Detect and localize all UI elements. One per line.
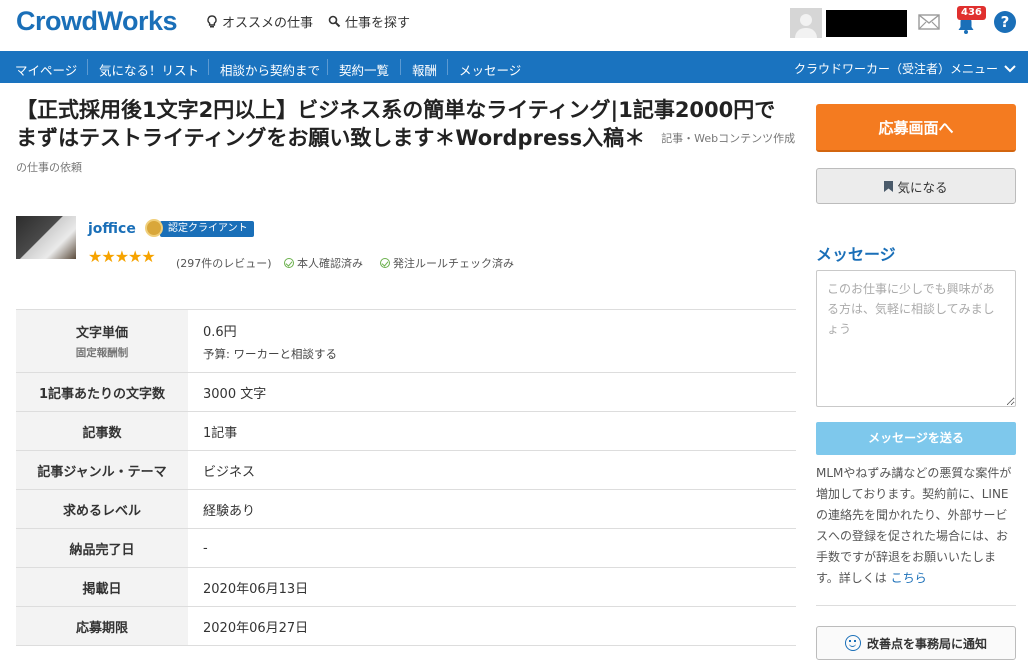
nav-divider [447,59,448,75]
report-label: 改善点を事務局に通知 [866,636,987,651]
order-rule-checked-label: 発注ルールチェック済み [393,257,514,270]
nav-item-mypage[interactable]: マイページ [15,60,77,79]
job-title-block: 【正式採用後1文字2円以上】ビジネス系の簡単なライティング|1記事2000円でま… [16,96,796,182]
search-icon [328,15,341,28]
main-nav-bar: マイページ 気になる！リスト 相談から契約まで 契約一覧 報酬 メッセージ クラ… [0,51,1028,83]
row-label: 1記事あたりの文字数 [16,373,188,411]
chevron-down-icon [1004,64,1016,72]
certified-client-badge: 認定クライアント [160,221,254,237]
message-heading: メッセージ [816,245,896,264]
row-value: - [203,540,208,556]
row-value: ビジネス [203,464,256,480]
order-rule-checked: 発注ルールチェック済み [380,255,514,271]
smiley-icon [844,635,861,651]
row-subvalue: 予算: ワーカーと相談する [203,346,338,361]
crowdworks-logo[interactable]: CrowdWorks [16,6,178,37]
nav-divider [87,59,88,75]
table-row: 1記事あたりの文字数 3000 文字 [16,373,796,412]
row-label: 掲載日 [16,568,188,606]
row-label: 応募期限 [16,607,188,645]
nav-item-contracts[interactable]: 契約一覧 [339,60,389,79]
row-value: 0.6円 予算: ワーカーと相談する [188,310,796,372]
table-row: 記事ジャンル・テーマ ビジネス [16,451,796,490]
client-name-link[interactable]: joffice [88,221,136,237]
favorite-button[interactable]: 気になる [816,168,1016,204]
table-row: 文字単価 固定報酬制 0.6円 予算: ワーカーと相談する [16,310,796,373]
row-label: 記事数 [16,412,188,450]
find-jobs-label: 仕事を探す [345,16,411,31]
bookmark-icon [884,180,894,192]
warning-body: MLMやねずみ講などの悪質な案件が増加しております。契約前に、LINEの連絡先を… [816,466,1012,585]
mail-icon[interactable] [918,13,940,31]
row-label: 記事ジャンル・テーマ [16,451,188,489]
help-icon[interactable]: ? [994,11,1016,33]
favorite-label: 気になる [897,179,948,195]
rating-stars: ★★★★★ [88,247,156,266]
row-label: 文字単価 固定報酬制 [16,310,188,372]
medal-icon [145,219,163,237]
nav-divider [208,59,209,75]
row-value: 2020年06月27日 [203,620,309,636]
nav-item-consultation[interactable]: 相談から契約まで [220,60,320,79]
row-value: 3000 文字 [203,386,267,402]
review-count-link[interactable]: (297件のレビュー) [176,255,272,271]
row-value: 1記事 [203,425,238,441]
row-label: 納品完了日 [16,529,188,567]
table-row: 掲載日 2020年06月13日 [16,568,796,607]
recommended-jobs-label: オススメの仕事 [222,16,314,31]
job-detail-table: 文字単価 固定報酬制 0.6円 予算: ワーカーと相談する 1記事あたりの文字数… [16,309,796,646]
client-avatar[interactable] [16,216,76,259]
username-redacted[interactable] [826,10,907,37]
send-message-button[interactable]: メッセージを送る [816,422,1016,455]
sidebar-divider [816,605,1016,606]
identity-verified-label: 本人確認済み [297,257,363,270]
worker-menu-label: クラウドワーカー（受注者）メニュー [793,62,998,76]
nav-item-favorites[interactable]: 気になる！リスト [99,60,199,79]
find-jobs-link[interactable]: 仕事を探す [328,12,410,31]
nav-item-rewards[interactable]: 報酬 [412,60,437,79]
apply-button[interactable]: 応募画面へ [816,104,1016,152]
row-label-text: 文字単価 [75,326,128,341]
row-value: 2020年06月13日 [203,581,309,597]
identity-verified: 本人確認済み [284,255,363,271]
row-label: 求めるレベル [16,490,188,528]
check-circle-icon [284,258,294,268]
table-row: 応募期限 2020年06月27日 [16,607,796,646]
table-row: 記事数 1記事 [16,412,796,451]
worker-menu-dropdown[interactable]: クラウドワーカー（受注者）メニュー [794,60,1016,77]
check-circle-icon [380,258,390,268]
row-value-text: 0.6円 [203,324,237,340]
nav-item-messages[interactable]: メッセージ [459,60,521,79]
nav-divider [400,59,401,75]
row-value: 経験あり [203,503,256,519]
warning-details-link[interactable]: こちら [891,571,927,585]
top-header: CrowdWorks オススメの仕事 仕事を探す 436 ? [0,0,1028,51]
nav-divider [327,59,328,75]
row-sublabel: 固定報酬制 [75,347,129,359]
message-input[interactable] [816,270,1016,407]
notification-count-badge: 436 [957,6,986,20]
table-row: 求めるレベル 経験あり [16,490,796,529]
user-avatar[interactable] [790,8,822,38]
report-improvement-button[interactable]: 改善点を事務局に通知 [816,626,1016,660]
lightbulb-icon [207,14,217,27]
recommended-jobs-link[interactable]: オススメの仕事 [206,12,313,31]
scam-warning-text: MLMやねずみ講などの悪質な案件が増加しております。契約前に、LINEの連絡先を… [816,463,1018,589]
table-row: 納品完了日 - [16,529,796,568]
